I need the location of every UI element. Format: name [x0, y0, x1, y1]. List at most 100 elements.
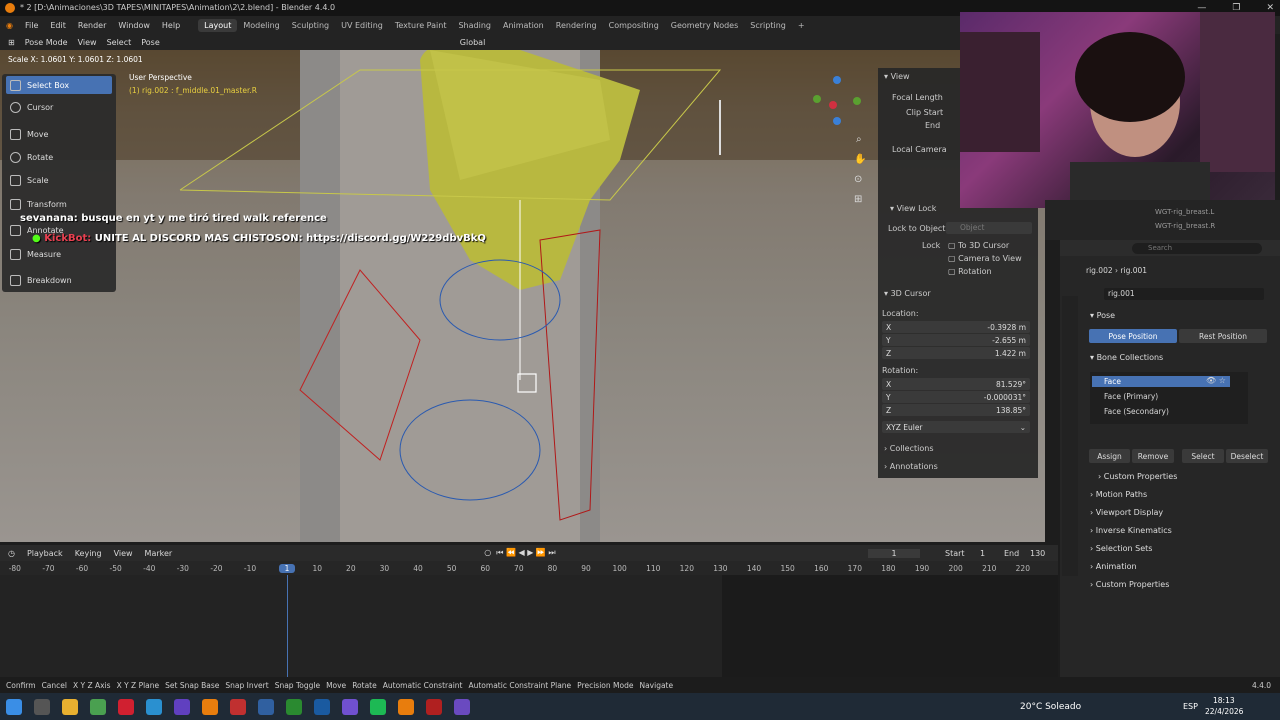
custom-properties-header[interactable]: › Custom Properties — [1090, 580, 1169, 589]
cursor-rotation-y[interactable]: Y -0.000031° — [882, 391, 1030, 403]
playback-controls[interactable]: ○ ⏮ ⏪ ◀ ▶ ⏩ ⏭ — [484, 548, 555, 558]
camera-to-view-checkbox[interactable]: ▢ Camera to View — [948, 254, 1022, 263]
cursor-rotation-x[interactable]: X 81.529° — [882, 378, 1030, 390]
tab-layout[interactable]: Layout — [198, 18, 238, 32]
bone-collection-face-primary[interactable]: Face (Primary) — [1104, 392, 1158, 401]
clock-time[interactable]: 18:13 — [1213, 696, 1235, 705]
orientation-selector[interactable]: Global — [460, 38, 486, 47]
menu-render[interactable]: Render — [72, 21, 112, 30]
timeline-ruler[interactable]: -80 -70 -60 -50 -40 -30 -20 -10 1 10 20 30 40 50 60 70 8… — [0, 561, 1058, 575]
tab-scripting[interactable]: Scripting — [744, 19, 792, 32]
tab-compositing[interactable]: Compositing — [603, 19, 665, 32]
current-frame-field[interactable]: 1 — [868, 548, 920, 558]
tab-animation[interactable]: Animation — [497, 19, 550, 32]
cursor-location-x[interactable]: X -0.3928 m — [882, 321, 1030, 333]
blender-taskbar-icon[interactable] — [202, 698, 218, 715]
tool-scale[interactable]: Scale — [6, 171, 112, 189]
tab-sculpting[interactable]: Sculpting — [286, 19, 335, 32]
end-frame-field[interactable]: 130 — [1030, 549, 1045, 558]
menu-file[interactable]: File — [19, 21, 44, 30]
inverse-kinematics-header[interactable]: › Inverse Kinematics — [1090, 526, 1172, 535]
bone-collections-header[interactable]: ▾ Bone Collections — [1090, 353, 1163, 362]
tool-select-box[interactable]: Select Box — [6, 76, 112, 94]
tool-transform[interactable]: Transform — [6, 195, 112, 213]
app-icon[interactable] — [426, 698, 442, 715]
menu-edit[interactable]: Edit — [44, 21, 72, 30]
file-explorer-icon[interactable] — [62, 698, 78, 715]
weather-widget[interactable]: 20°C Soleado — [1020, 702, 1081, 712]
view-menu[interactable]: View — [78, 38, 97, 47]
marker-menu[interactable]: Marker — [145, 549, 173, 558]
lock-object-field[interactable]: Object — [946, 222, 1032, 234]
spotify-icon[interactable] — [370, 698, 386, 715]
language-indicator[interactable]: ESP — [1183, 702, 1198, 711]
photoshop-icon[interactable] — [258, 698, 274, 715]
cursor-location-z[interactable]: Z 1.422 m — [882, 347, 1030, 359]
tab-uv-editing[interactable]: UV Editing — [335, 19, 389, 32]
assign-button[interactable]: Assign — [1089, 449, 1130, 463]
discord-icon[interactable] — [454, 698, 470, 715]
chrome-icon[interactable] — [90, 698, 106, 715]
app-icon[interactable] — [342, 698, 358, 715]
blender-taskbar-icon[interactable] — [398, 698, 414, 715]
opera-icon[interactable] — [118, 698, 134, 715]
playback-menu[interactable]: Playback — [27, 549, 63, 558]
visibility-eye-icon[interactable]: 👁 ☆ — [1206, 376, 1226, 385]
select-button[interactable]: Select — [1182, 449, 1224, 463]
view-section-header[interactable]: ▾ View — [884, 72, 910, 81]
to-3d-cursor-checkbox[interactable]: ▢ To 3D Cursor — [948, 241, 1009, 250]
timeline-editor-icon[interactable]: ◷ — [8, 549, 15, 558]
edge-icon[interactable] — [146, 698, 162, 715]
clock-date[interactable]: 22/4/2026 — [1205, 707, 1243, 716]
timeline-view-menu[interactable]: View — [114, 549, 133, 558]
rest-position-button[interactable]: Rest Position — [1179, 329, 1267, 343]
view-lock-header[interactable]: ▾ View Lock — [890, 204, 936, 213]
tool-move[interactable]: Move — [6, 125, 112, 143]
collections-header[interactable]: › Collections — [884, 444, 934, 453]
blender-menu-icon[interactable]: ◉ — [0, 21, 19, 30]
annotations-header[interactable]: › Annotations — [884, 462, 938, 471]
remove-button[interactable]: Remove — [1132, 449, 1174, 463]
keying-menu[interactable]: Keying — [75, 549, 102, 558]
deselect-button[interactable]: Deselect — [1226, 449, 1268, 463]
tool-cursor[interactable]: Cursor — [6, 98, 112, 116]
cursor-rotation-z[interactable]: Z 138.85° — [882, 404, 1030, 416]
pose-section-header[interactable]: ▾ Pose — [1090, 311, 1115, 320]
tool-breakdown[interactable]: Breakdown — [6, 271, 112, 289]
tab-rendering[interactable]: Rendering — [550, 19, 603, 32]
menu-window[interactable]: Window — [112, 21, 156, 30]
viewport-display-header[interactable]: › Viewport Display — [1090, 508, 1163, 517]
pose-menu[interactable]: Pose — [141, 38, 160, 47]
tab-texture-paint[interactable]: Texture Paint — [389, 19, 453, 32]
tab-shading[interactable]: Shading — [452, 19, 497, 32]
tab-modeling[interactable]: Modeling — [237, 19, 285, 32]
3d-cursor-header[interactable]: ▾ 3D Cursor — [884, 289, 931, 298]
armature-name-field[interactable]: rig.001 — [1104, 288, 1264, 300]
start-frame-field[interactable]: 1 — [980, 549, 985, 558]
cursor-location-y[interactable]: Y -2.655 m — [882, 334, 1030, 346]
pose-position-button[interactable]: Pose Position — [1089, 329, 1177, 343]
rotation-mode-select[interactable]: XYZ Euler ⌄ — [882, 421, 1030, 433]
windows-start-icon[interactable] — [6, 698, 22, 715]
motion-paths-header[interactable]: › Motion Paths — [1090, 490, 1147, 499]
mode-selector[interactable]: Pose Mode — [25, 38, 68, 47]
bone-collection-face-secondary[interactable]: Face (Secondary) — [1104, 407, 1169, 416]
search-icon[interactable] — [34, 698, 50, 715]
tab-geometry-nodes[interactable]: Geometry Nodes — [665, 19, 744, 32]
properties-search[interactable]: Search — [1132, 243, 1262, 254]
editor-type-icon[interactable]: ⊞ — [8, 38, 15, 47]
navigation-gizmo[interactable]: ⌕ ✋ ⊙ ⊞ — [810, 72, 870, 207]
tool-measure[interactable]: Measure — [6, 245, 112, 263]
select-menu[interactable]: Select — [107, 38, 132, 47]
selection-sets-header[interactable]: › Selection Sets — [1090, 544, 1152, 553]
animation-header[interactable]: › Animation — [1090, 562, 1137, 571]
add-workspace-icon[interactable]: + — [792, 19, 811, 32]
rotation-lock-checkbox[interactable]: ▢ Rotation — [948, 267, 992, 276]
menu-help[interactable]: Help — [156, 21, 186, 30]
app-icon[interactable] — [174, 698, 190, 715]
tool-rotate[interactable]: Rotate — [6, 148, 112, 166]
outliner-item[interactable]: WGT-rig_breast.R — [1155, 222, 1215, 230]
pt-icon[interactable] — [286, 698, 302, 715]
app-icon[interactable] — [230, 698, 246, 715]
custom-properties-inner[interactable]: › Custom Properties — [1098, 472, 1177, 481]
